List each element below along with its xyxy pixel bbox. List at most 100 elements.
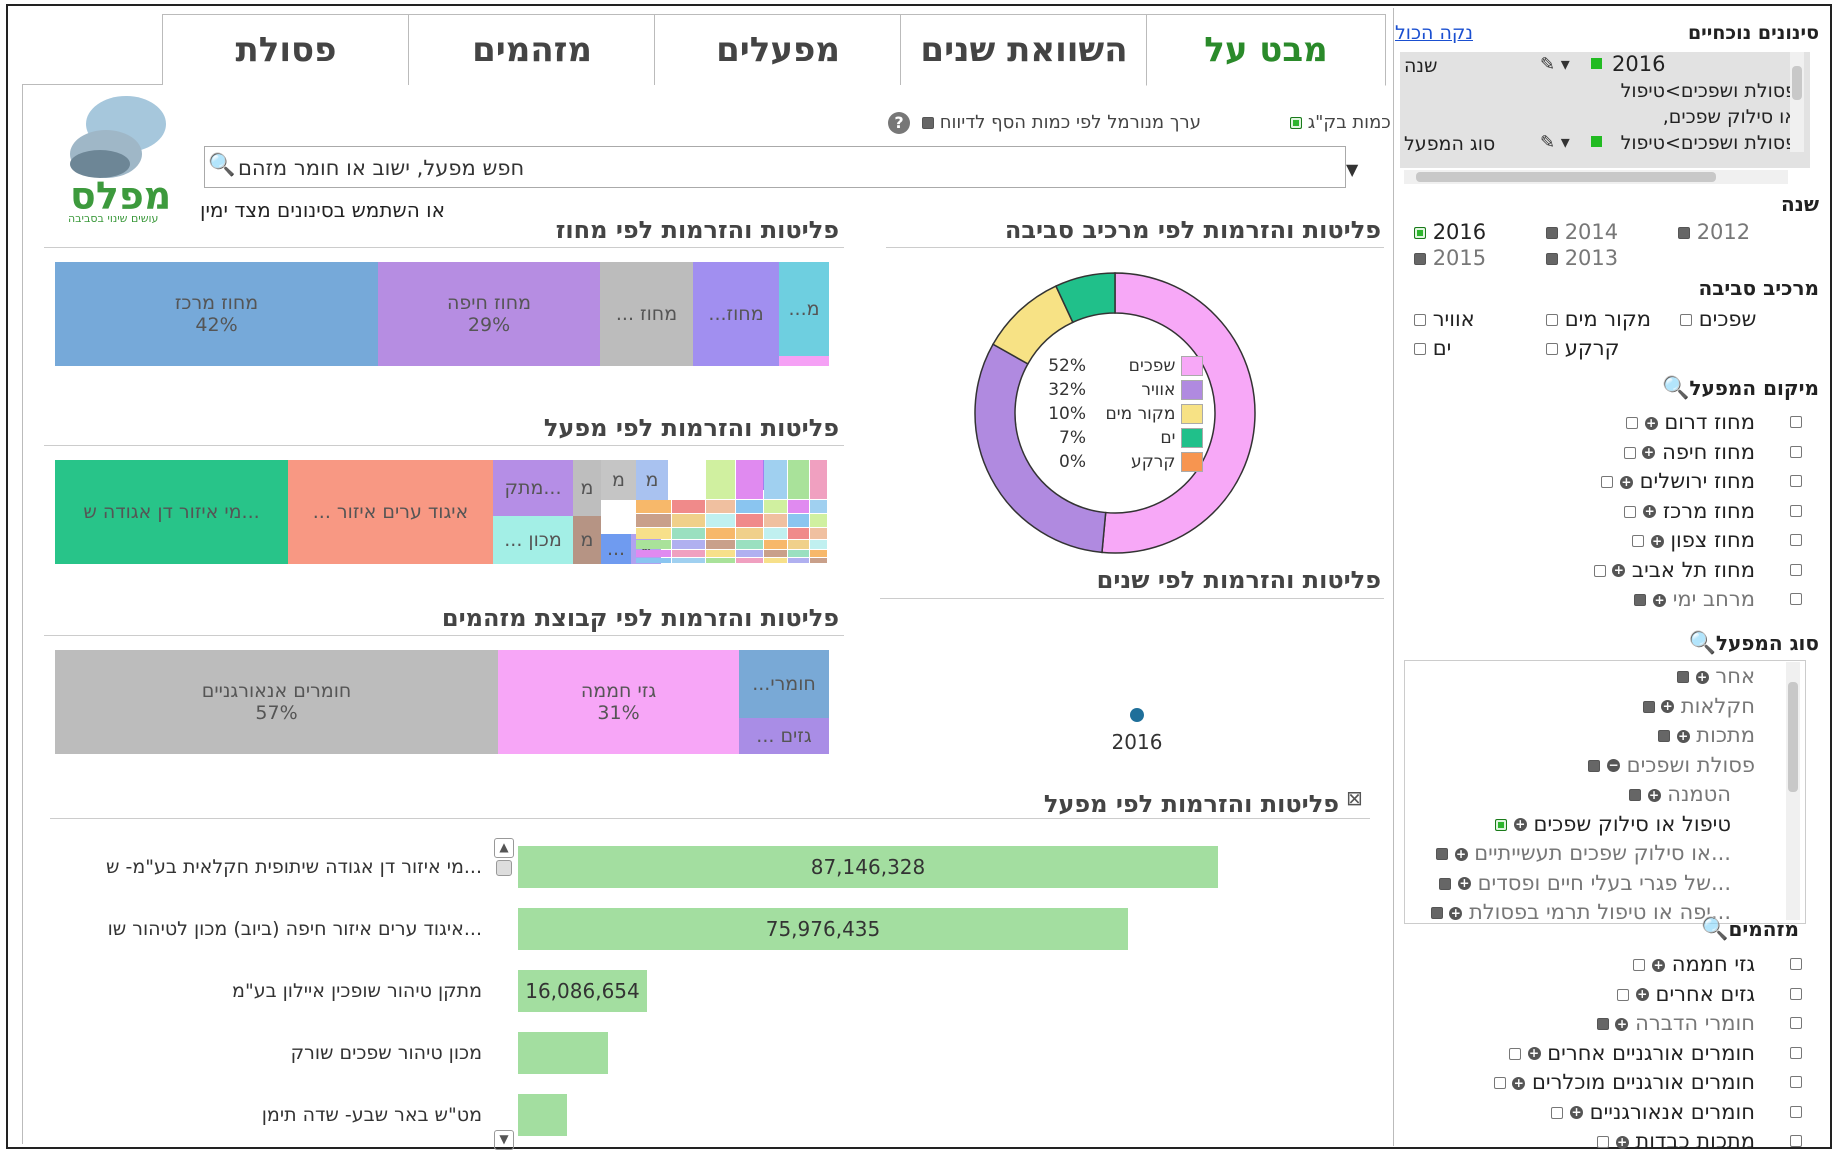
pollutant-include-checkbox[interactable] [1790,958,1802,970]
bars-scroll-up-button[interactable]: ▲ [494,838,514,858]
plant-tree-cell[interactable] [672,500,705,513]
bar-category-label[interactable]: מכון טיהור שפכים שורק [291,1042,482,1064]
filters-hscrollbar[interactable] [1404,170,1788,184]
plant-tree-cell[interactable] [764,550,787,557]
location-checkbox[interactable] [1634,594,1647,606]
expand-icon[interactable]: + [1449,906,1463,920]
bar-3[interactable] [518,1032,608,1074]
plant-type-checkbox[interactable] [1642,700,1655,713]
plant-type-checkbox[interactable] [1677,671,1689,683]
bar-2[interactable]: 16,086,654 [518,970,647,1012]
plant-type-item-2[interactable]: מתכות + [1657,723,1755,747]
plant-tree-cell[interactable] [810,514,827,527]
plant-type-item-3[interactable]: פסולת ושפכים − [1588,753,1755,777]
tab-overview[interactable]: מבט על [1146,14,1386,86]
plant-cell-3[interactable]: ...מתק [493,460,573,516]
expand-icon[interactable]: + [1643,505,1657,518]
plant-tree-cell[interactable] [810,528,827,539]
plant-tree-cell[interactable] [706,514,735,527]
pollutant-include-checkbox[interactable] [1790,1017,1802,1029]
expand-icon[interactable]: + [1653,593,1666,607]
pollutant-checkbox[interactable] [1617,988,1630,1001]
location-checkbox[interactable] [1593,564,1606,577]
plant-type-item-0[interactable]: אחר + [1677,664,1755,688]
pollutant-include-checkbox[interactable] [1790,1046,1802,1059]
plant-tree-cell[interactable] [736,514,763,527]
group-cell-4[interactable]: גזים ... [739,718,829,754]
pollutant-checkbox[interactable] [1551,1106,1564,1119]
plant-tree-cell[interactable] [736,460,763,499]
district-cell-4[interactable]: מחוז... [693,262,779,366]
location-item-0[interactable]: מחוז דרום + [1626,410,1755,434]
expand-icon[interactable]: + [1661,700,1675,713]
plant-type-item-4[interactable]: הטמנה + [1628,782,1731,806]
plant-tree-cell[interactable] [636,550,671,557]
expand-icon[interactable]: + [1615,1017,1629,1031]
plant-type-checkbox[interactable] [1588,759,1601,772]
expand-icon[interactable]: + [1635,988,1649,1001]
plant-tree-cell[interactable] [636,558,671,563]
pollutant-include-checkbox[interactable] [1790,1135,1802,1147]
plant-cell-5[interactable]: מ [573,460,601,516]
plant-tree-cell[interactable] [672,558,705,563]
year-option-2015[interactable]: 2015 [1414,246,1486,270]
pollutant-checkbox[interactable] [1493,1077,1506,1089]
plant-tree-cell[interactable] [672,528,705,539]
plant-type-item-8[interactable]: ...יפה או טיפול תרמי בפסולת + [1430,900,1731,924]
clear-all-link[interactable]: נקה הכול [1395,22,1473,44]
plant-tree-cell[interactable] [736,500,763,513]
option-normalized[interactable]: ערך מנורמל לפי כמות הסף לדיווח [922,112,1201,133]
plant-type-scrollbar[interactable] [1786,662,1800,920]
plant-tree-cell[interactable] [764,500,787,513]
location-include-checkbox[interactable] [1790,416,1802,428]
pollutant-item-6[interactable]: מתכות כבדות + [1597,1129,1755,1153]
bars-scroll-thumb[interactable] [496,860,512,876]
plant-type-item-1[interactable]: חקלאות + [1642,694,1755,718]
plant-tree-cell[interactable] [764,540,787,549]
location-include-checkbox[interactable] [1790,563,1802,576]
location-include-checkbox[interactable] [1790,534,1802,546]
location-item-5[interactable]: מחוז תל אביב + [1593,558,1755,582]
expand-icon[interactable]: + [1642,446,1656,459]
location-include-checkbox[interactable] [1790,445,1802,458]
location-item-3[interactable]: מחוז מרכז + [1624,499,1755,523]
bar-1[interactable]: 75,976,435 [518,908,1128,950]
location-search-icon[interactable]: 🔍 [1662,376,1689,401]
plant-type-checkbox[interactable] [1628,789,1641,801]
location-item-1[interactable]: מחוז חיפה + [1623,440,1755,464]
plant-tree-cell[interactable] [810,558,827,563]
pollutant-include-checkbox[interactable] [1790,1076,1802,1088]
location-include-checkbox[interactable] [1790,475,1802,487]
year-option-2016[interactable]: 2016 [1414,220,1486,244]
help-icon[interactable]: ? [888,112,910,134]
expand-icon[interactable]: + [1644,416,1658,430]
plant-tree-cell[interactable] [636,514,671,527]
expand-icon[interactable]: + [1650,534,1664,548]
plant-type-checkbox[interactable] [1439,877,1452,890]
plant-tree-cell[interactable] [788,540,809,549]
pollutant-include-checkbox[interactable] [1790,1105,1802,1118]
plant-tree-cell[interactable] [736,550,763,557]
plant-tree-cell[interactable] [706,500,735,513]
expand-icon[interactable]: + [1695,670,1709,684]
plant-type-checkbox[interactable] [1435,848,1448,860]
expand-icon[interactable]: + [1612,564,1626,577]
year-option-2014[interactable]: 2014 [1546,220,1618,244]
filters-scrollbar[interactable] [1790,52,1804,152]
plant-tree-cell[interactable] [636,540,671,549]
expand-icon[interactable]: + [1513,818,1527,831]
pollutants-search-icon[interactable]: 🔍 [1701,917,1728,942]
group-cell-3[interactable]: חומרי... [739,650,829,718]
pollutant-item-5[interactable]: חומרים אנאורגניים + [1551,1100,1755,1124]
plant-tree-cell[interactable] [672,540,705,549]
plant-tree-cell[interactable] [764,460,787,499]
pollutant-include-checkbox[interactable] [1790,987,1802,1000]
plant-tree-cell[interactable] [636,528,671,539]
location-item-6[interactable]: מרחב ימי + [1634,587,1755,611]
plant-tree-small-cells[interactable] [601,460,829,564]
plant-tree-cell[interactable] [788,500,809,513]
plant-tree-cell[interactable] [764,528,787,539]
env-option-ground[interactable]: קרקע [1546,336,1619,360]
location-checkbox[interactable] [1626,417,1638,429]
collapse-icon[interactable]: − [1606,759,1620,772]
